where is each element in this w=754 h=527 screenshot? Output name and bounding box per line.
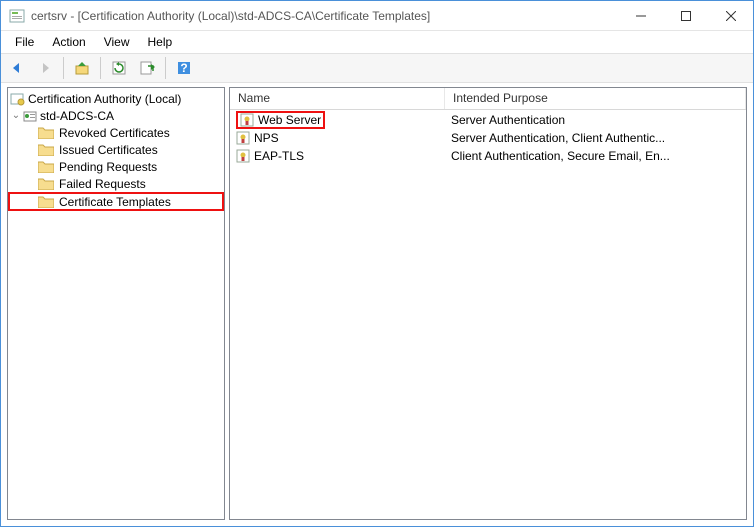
- row-name: NPS: [254, 131, 279, 145]
- list-row[interactable]: Web Server Server Authentication: [230, 111, 746, 129]
- refresh-button[interactable]: [107, 56, 131, 80]
- template-icon: [236, 149, 250, 163]
- tree-item-failed[interactable]: Failed Requests: [8, 175, 224, 192]
- content-area: Certification Authority (Local) ⌄ std-AD…: [1, 83, 753, 526]
- tree-root[interactable]: Certification Authority (Local): [8, 90, 224, 107]
- tree-item-label: Revoked Certificates: [57, 126, 172, 140]
- toolbar-separator: [63, 57, 64, 79]
- tree-pane[interactable]: Certification Authority (Local) ⌄ std-AD…: [7, 87, 225, 520]
- toolbar: ?: [1, 53, 753, 83]
- row-name: EAP-TLS: [254, 149, 304, 163]
- folder-icon: [38, 195, 54, 208]
- folder-icon: [38, 143, 54, 156]
- template-icon: [236, 131, 250, 145]
- menu-action[interactable]: Action: [44, 33, 93, 51]
- menu-file[interactable]: File: [7, 33, 42, 51]
- minimize-button[interactable]: [618, 1, 663, 30]
- back-button[interactable]: [5, 56, 29, 80]
- row-purpose: Server Authentication, Client Authentic.…: [445, 131, 746, 145]
- forward-button[interactable]: [33, 56, 57, 80]
- list-row[interactable]: EAP-TLS Client Authentication, Secure Em…: [230, 147, 746, 165]
- tree-item-issued[interactable]: Issued Certificates: [8, 141, 224, 158]
- column-purpose[interactable]: Intended Purpose: [445, 88, 746, 109]
- certauthority-icon: [10, 92, 26, 106]
- list-body[interactable]: Web Server Server Authentication NPS Ser…: [230, 110, 746, 519]
- app-icon: [9, 8, 25, 24]
- collapse-icon[interactable]: ⌄: [10, 110, 22, 121]
- help-button[interactable]: ?: [172, 56, 196, 80]
- tree-item-label: Pending Requests: [57, 160, 159, 174]
- tree-item-label: Certificate Templates: [57, 195, 173, 209]
- template-icon: [240, 113, 254, 127]
- list-header: Name Intended Purpose: [230, 88, 746, 110]
- close-button[interactable]: [708, 1, 753, 30]
- window-controls: [618, 1, 753, 30]
- tree-item-revoked[interactable]: Revoked Certificates: [8, 124, 224, 141]
- tree-root-label: Certification Authority (Local): [26, 92, 183, 106]
- menu-help[interactable]: Help: [140, 33, 181, 51]
- app-window: certsrv - [Certification Authority (Loca…: [0, 0, 754, 527]
- export-button[interactable]: [135, 56, 159, 80]
- menu-view[interactable]: View: [96, 33, 138, 51]
- tree-ca[interactable]: ⌄ std-ADCS-CA: [8, 107, 224, 124]
- highlighted-item: Web Server: [236, 111, 325, 129]
- title-bar: certsrv - [Certification Authority (Loca…: [1, 1, 753, 31]
- tree-item-templates[interactable]: Certificate Templates: [8, 192, 224, 211]
- toolbar-separator: [165, 57, 166, 79]
- tree-item-pending[interactable]: Pending Requests: [8, 158, 224, 175]
- list-row[interactable]: NPS Server Authentication, Client Authen…: [230, 129, 746, 147]
- row-purpose: Client Authentication, Secure Email, En.…: [445, 149, 746, 163]
- menu-bar: File Action View Help: [1, 31, 753, 53]
- tree-item-label: Failed Requests: [57, 177, 148, 191]
- svg-text:?: ?: [180, 61, 187, 75]
- ca-icon: [22, 109, 38, 123]
- row-purpose: Server Authentication: [445, 113, 746, 127]
- up-button[interactable]: [70, 56, 94, 80]
- folder-icon: [38, 160, 54, 173]
- maximize-button[interactable]: [663, 1, 708, 30]
- tree-ca-label: std-ADCS-CA: [38, 109, 116, 123]
- list-pane: Name Intended Purpose Web Server Server …: [229, 87, 747, 520]
- column-name[interactable]: Name: [230, 88, 445, 109]
- folder-icon: [38, 126, 54, 139]
- window-title: certsrv - [Certification Authority (Loca…: [31, 9, 618, 23]
- tree-item-label: Issued Certificates: [57, 143, 160, 157]
- folder-icon: [38, 177, 54, 190]
- row-name: Web Server: [258, 113, 321, 127]
- toolbar-separator: [100, 57, 101, 79]
